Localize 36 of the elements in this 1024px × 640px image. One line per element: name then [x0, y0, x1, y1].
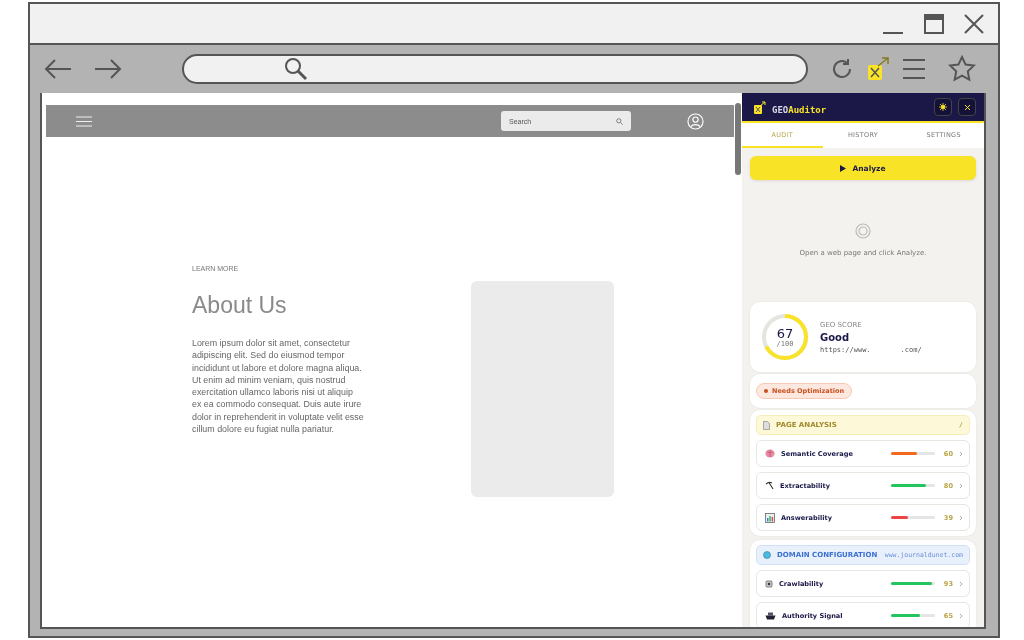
- maximize-icon[interactable]: [924, 13, 944, 34]
- close-icon[interactable]: [964, 13, 984, 34]
- reload-icon[interactable]: [830, 57, 854, 81]
- close-icon: [963, 103, 971, 111]
- sun-icon: [939, 103, 947, 111]
- close-button[interactable]: [958, 98, 976, 116]
- play-icon: [840, 164, 847, 172]
- target-icon: [855, 223, 871, 239]
- brain-icon: [765, 449, 775, 458]
- address-bar[interactable]: [182, 54, 808, 84]
- menu-icon[interactable]: [902, 58, 926, 80]
- brand-name: Auditor: [788, 104, 827, 115]
- forward-arrow-icon[interactable]: [94, 59, 122, 79]
- score-rating: Good: [820, 331, 851, 343]
- pickaxe-icon: [765, 481, 774, 490]
- chevron-icon: [959, 580, 963, 587]
- page-heading: About Us: [192, 292, 287, 319]
- search-icon: [616, 117, 623, 125]
- bar-chart-icon: [765, 512, 775, 523]
- chevron-icon: [959, 612, 963, 619]
- brand-prefix: GEO: [772, 104, 789, 115]
- about-paragraph: Lorem ipsum dolor sit amet, consectetur adipiscing elit. Sed do eiusmod tempor incididunt ut labore et dolore magna aliqua. Ut enim ad minim veniam, quis nostrud exercitation ullamco laboris nisi ut aliquip ex ea commodo consequat. Duis aute irure dolor in reprehenderit in voluptate velit esse cillum dolore eu fugiat nulla pariatur.: [192, 337, 364, 436]
- chevron-icon: [959, 450, 963, 457]
- theme-button[interactable]: [934, 98, 952, 116]
- extension-icon[interactable]: [866, 56, 890, 82]
- ship-icon: [765, 611, 776, 620]
- document-icon: [763, 420, 770, 430]
- chevron-icon: [959, 514, 963, 521]
- score-value: 67: [776, 326, 794, 340]
- star-icon[interactable]: [948, 55, 976, 83]
- search-icon: [284, 57, 308, 81]
- globe-icon: [763, 551, 771, 559]
- extension-logo-icon: [754, 100, 766, 114]
- chevron-icon: [959, 482, 963, 489]
- account-icon[interactable]: [687, 112, 704, 130]
- back-arrow-icon[interactable]: [44, 59, 72, 79]
